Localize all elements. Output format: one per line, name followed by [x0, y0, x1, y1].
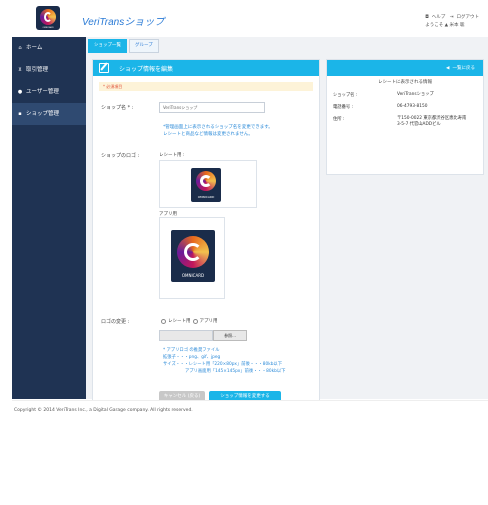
receipt-info-title: レシートに表示される情報 [378, 80, 432, 85]
logo-label: ショップのロゴ : [101, 153, 140, 159]
sidebar-item-transactions[interactable]: ⊻ 取引管理 [12, 59, 86, 81]
sidebar-item-label: 取引管理 [26, 67, 49, 73]
footer: Copyright © 2014 VeriTrans Inc., a Digit… [12, 400, 488, 420]
cart-icon: ⊻ [18, 67, 22, 73]
required-note: * 必須項目 [99, 82, 313, 91]
logo-requirements: * アプリロゴ の推奨ファイル 拡張子・・・png、gif、jpeg サイズ・・… [163, 348, 286, 374]
logo-change-label: ロゴの変更 : [101, 319, 130, 325]
header-links: ◘ ヘルプ ⇥ ログアウト ようこそ ▲ 米本 聡 [425, 14, 482, 30]
sidebar-item-shops[interactable]: ▪ ショップ管理 [12, 103, 86, 125]
info-label: 住所 : [333, 117, 345, 122]
panel-title: ショップ情報を編集 [119, 65, 174, 73]
shop-icon: ▪ [18, 111, 22, 117]
radio-receipt-label: レシート用 [168, 319, 191, 324]
file-path-input[interactable] [159, 330, 213, 341]
browse-button[interactable]: 参照... [213, 330, 247, 341]
sidebar-item-label: ユーザー管理 [26, 89, 59, 95]
app-logo-image: OMNICARD [171, 230, 215, 282]
sidebar: ⌂ ホーム ⊻ 取引管理 ● ユーザー管理 ▪ ショップ管理 [12, 37, 86, 399]
back-to-list-link[interactable]: 一覧に戻る [453, 65, 476, 71]
info-value: 〒150-0022 東京都渋谷区恵比寿南 3-5-7 代官山ADDビル [397, 116, 467, 127]
edit-icon [99, 63, 109, 73]
shop-name-input[interactable]: VeriTransショップ [159, 102, 265, 113]
main-content: ショップ一覧 グループ ショップ情報を編集 * 必須項目 ショップ名 * : V… [86, 37, 488, 407]
radio-app-label: アプリ用 [199, 319, 218, 324]
app-logo-box: OMNICARD [159, 217, 225, 299]
sidebar-item-label: ホーム [26, 45, 43, 51]
help-icon[interactable]: ◘ [425, 15, 429, 20]
top-header: OMNICARD VeriTransショップ ◘ ヘルプ ⇥ ログアウト ようこそ … [0, 0, 488, 37]
receipt-logo-label: レシート用 : [159, 153, 185, 158]
logo-type-radios: レシート用 アプリ用 [161, 318, 218, 324]
logout-link[interactable]: ログアウト [457, 15, 480, 20]
tab-shop-list[interactable]: ショップ一覧 [88, 39, 127, 53]
info-label: ショップ名 : [333, 93, 358, 98]
edit-shop-panel: ショップ情報を編集 * 必須項目 ショップ名 * : VeriTransショップ… [92, 59, 320, 407]
back-icon[interactable]: ◀ [446, 66, 449, 71]
radio-receipt[interactable] [161, 318, 166, 324]
radio-app[interactable] [192, 318, 198, 324]
info-value: 06-4793-8150 [397, 104, 428, 109]
sidebar-item-home[interactable]: ⌂ ホーム [12, 37, 86, 59]
tab-bar: ショップ一覧 グループ [88, 39, 161, 53]
shop-name-label: ショップ名 * : [101, 105, 134, 111]
app-logo[interactable]: OMNICARD [36, 6, 60, 30]
receipt-logo-box: OMNICARD [159, 160, 257, 208]
shop-name-help: *管理画面上に表示されるショップ名を変更できます。 レシートと商品など情報は変更… [163, 125, 273, 137]
info-value: VeriTransショップ [397, 92, 434, 97]
panel-header: ショップ情報を編集 [93, 60, 319, 76]
app-title: VeriTransショップ [82, 17, 165, 28]
logout-icon[interactable]: ⇥ [450, 15, 454, 20]
sidebar-item-label: ショップ管理 [26, 111, 60, 117]
welcome-text: ようこそ ▲ 米本 聡 [425, 23, 465, 28]
info-label: 電話番号 : [333, 105, 354, 110]
receipt-logo-image: OMNICARD [191, 168, 221, 202]
receipt-info-panel: ◀ 一覧に戻る レシートに表示される情報 ショップ名 : VeriTransショ… [326, 59, 484, 175]
sidebar-item-users[interactable]: ● ユーザー管理 [12, 81, 86, 103]
home-icon: ⌂ [18, 45, 22, 51]
help-link[interactable]: ヘルプ [432, 15, 446, 20]
side-panel-header: ◀ 一覧に戻る [327, 60, 483, 76]
user-icon: ● [17, 89, 23, 95]
tab-group[interactable]: グループ [129, 39, 159, 53]
